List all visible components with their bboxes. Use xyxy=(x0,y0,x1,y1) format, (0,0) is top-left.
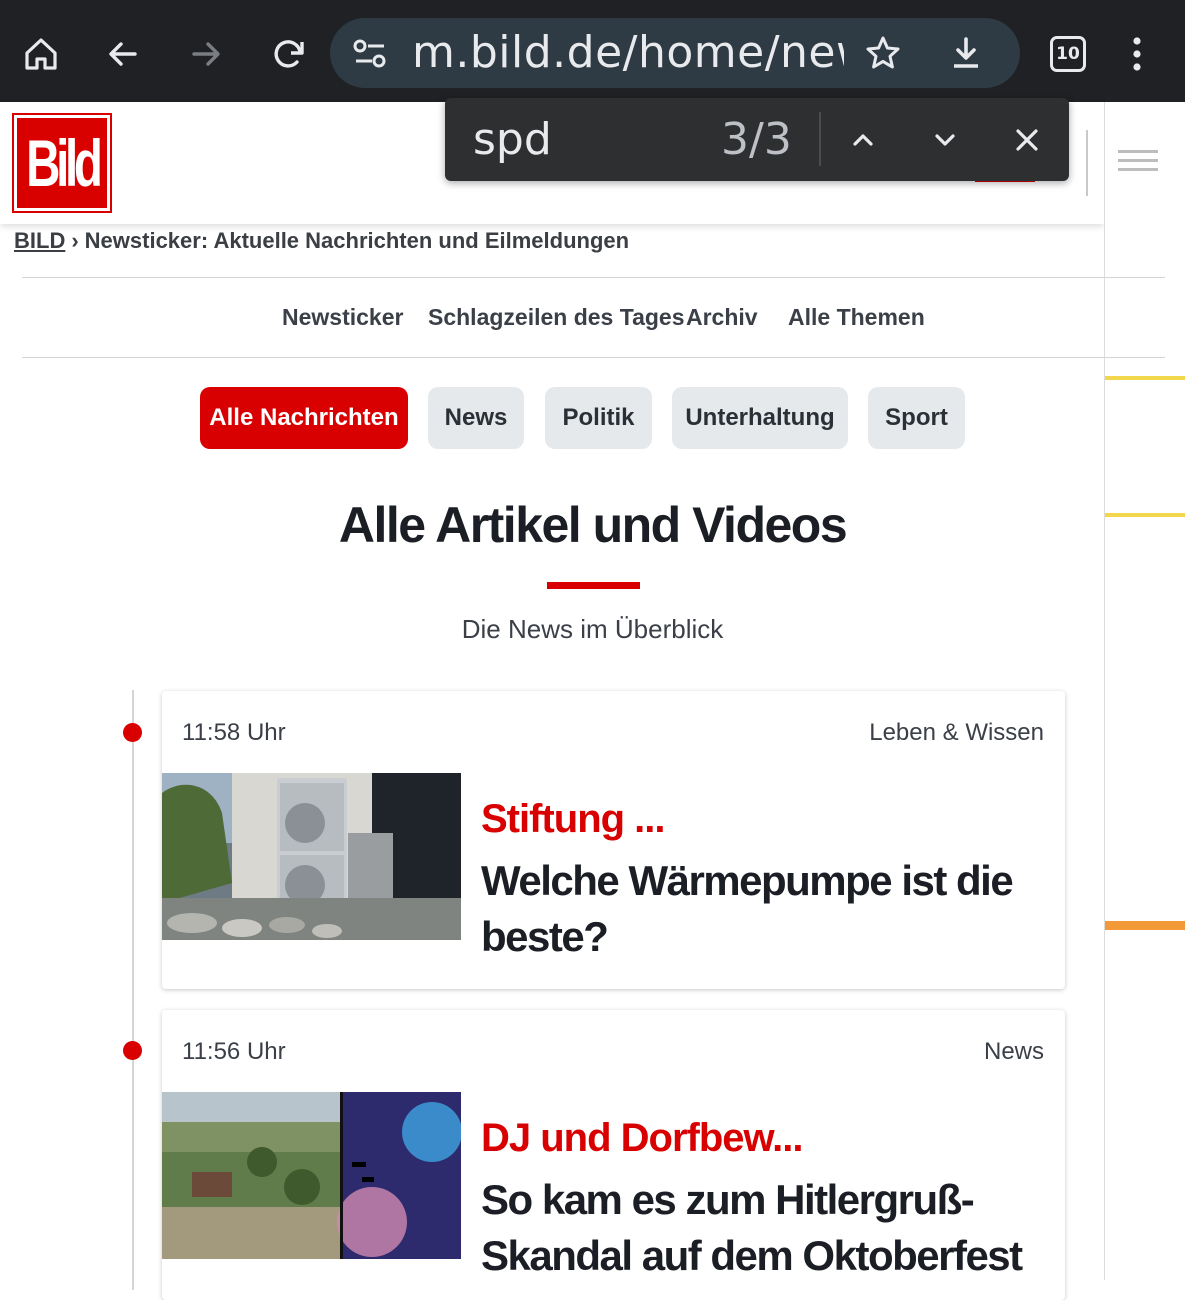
find-divider xyxy=(819,112,821,166)
tab-switcher-button[interactable]: 10 xyxy=(1036,22,1100,86)
find-previous-icon[interactable] xyxy=(839,116,887,164)
home-icon[interactable] xyxy=(9,22,73,86)
find-input[interactable]: spd xyxy=(473,114,552,165)
divider xyxy=(22,277,1165,278)
timeline-dot xyxy=(123,1041,142,1060)
article-kicker[interactable]: Stiftung ... xyxy=(481,797,666,842)
article-card[interactable]: 11:56 Uhr News DJ und Dorfbew... So kam … xyxy=(162,1010,1065,1300)
article-time: 11:58 Uhr xyxy=(182,719,286,746)
article-headline[interactable]: So kam es zum Hitlergruß-Skandal auf dem… xyxy=(481,1172,1041,1284)
find-match-marker xyxy=(1105,376,1185,380)
find-close-icon[interactable] xyxy=(1003,116,1051,164)
title-underline xyxy=(547,582,640,589)
breadcrumb: BILD › Newsticker: Aktuelle Nachrichten un… xyxy=(14,228,629,254)
filter-chip-politik[interactable]: Politik xyxy=(545,387,652,449)
section-title: Alle Artikel und Videos xyxy=(338,497,848,553)
find-next-icon[interactable] xyxy=(921,116,969,164)
find-match-count: 3/3 xyxy=(721,114,792,165)
timeline-line xyxy=(132,690,134,1290)
url-text[interactable]: m.bild.de/home/new xyxy=(412,28,844,78)
article-kicker[interactable]: DJ und Dorfbew... xyxy=(481,1116,804,1161)
back-arrow-icon[interactable] xyxy=(91,22,155,86)
article-thumbnail[interactable] xyxy=(162,1092,461,1259)
breadcrumb-home-link[interactable]: BILD xyxy=(14,228,65,253)
find-current-match-marker xyxy=(1105,921,1185,930)
download-icon[interactable] xyxy=(947,34,985,77)
forward-arrow-icon[interactable] xyxy=(174,22,238,86)
header-divider xyxy=(1086,130,1088,196)
more-menu-icon[interactable] xyxy=(1105,22,1169,86)
breadcrumb-separator: › xyxy=(71,228,79,253)
bookmark-star-icon[interactable] xyxy=(864,34,902,77)
article-category[interactable]: News xyxy=(984,1038,1044,1066)
article-time: 11:56 Uhr xyxy=(182,1038,286,1065)
reload-icon[interactable] xyxy=(257,22,321,86)
hamburger-menu-icon[interactable] xyxy=(1118,150,1158,178)
breadcrumb-current: Newsticker: Aktuelle Nachrichten und Eil… xyxy=(84,228,630,253)
tab-count: 10 xyxy=(1050,36,1086,72)
article-category[interactable]: Leben & Wissen xyxy=(869,719,1044,747)
nav-link-alle-themen[interactable]: Alle Themen xyxy=(788,304,925,331)
nav-link-newsticker[interactable]: Newsticker xyxy=(282,304,403,331)
nav-link-schlagzeilen[interactable]: Schlagzeilen des Tages xyxy=(428,304,685,331)
bild-logo[interactable]: Bild xyxy=(12,113,112,213)
filter-chip-sport[interactable]: Sport xyxy=(868,387,965,449)
address-bar[interactable]: m.bild.de/home/new xyxy=(330,18,1020,88)
article-thumbnail[interactable] xyxy=(162,773,461,940)
article-card[interactable]: 11:58 Uhr Leben & Wissen Stiftung ... We… xyxy=(162,691,1065,989)
section-subtitle: Die News im Überblick xyxy=(461,614,724,644)
site-settings-icon[interactable] xyxy=(352,38,388,75)
filter-chip-news[interactable]: News xyxy=(428,387,524,449)
filter-chip-unterhaltung[interactable]: Unterhaltung xyxy=(672,387,848,449)
nav-link-archiv[interactable]: Archiv xyxy=(686,304,758,331)
find-scroll-track[interactable] xyxy=(1104,102,1185,1280)
article-headline[interactable]: Welche Wärmepumpe ist die beste? xyxy=(481,853,1041,965)
divider xyxy=(22,357,1165,358)
timeline-dot xyxy=(123,723,142,742)
filter-chip-alle-nachrichten[interactable]: Alle Nachrichten xyxy=(200,387,408,449)
find-in-page-bar: spd 3/3 xyxy=(445,98,1069,181)
browser-toolbar: m.bild.de/home/new 10 xyxy=(0,0,1185,102)
